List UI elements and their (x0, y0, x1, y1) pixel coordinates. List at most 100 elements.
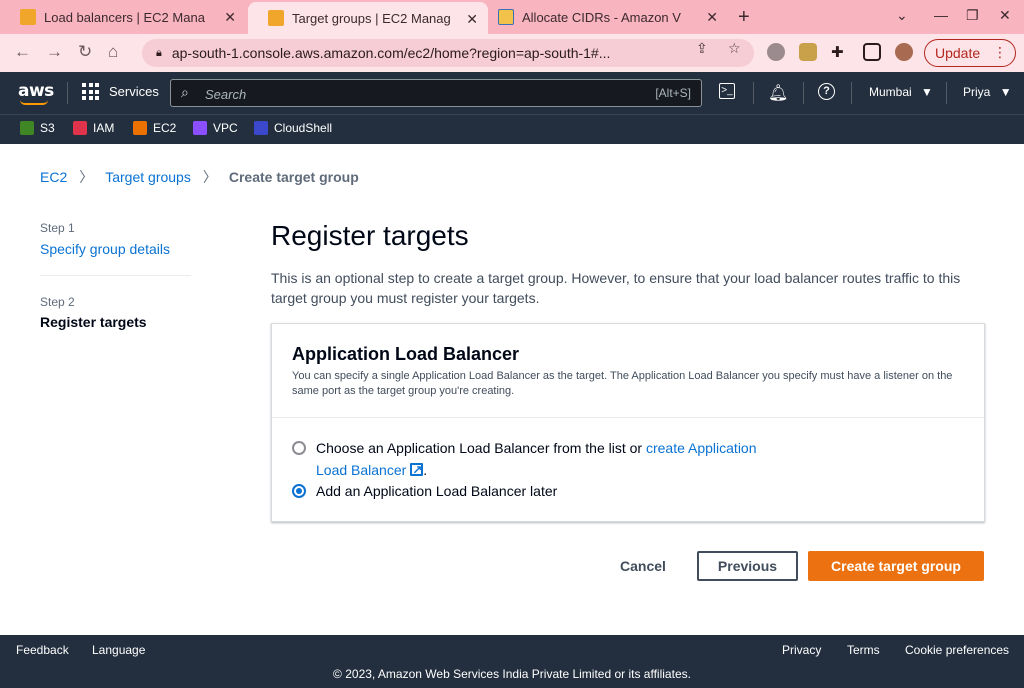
aws-smile-icon (20, 100, 48, 105)
user-label: Priya (963, 85, 991, 99)
reload-icon[interactable]: ↻ (78, 42, 92, 62)
profile-avatar[interactable] (895, 43, 913, 61)
docs-icon (498, 9, 514, 25)
favorite-s3[interactable]: S3 (20, 121, 55, 135)
radio-button-choose-alb[interactable] (292, 441, 306, 455)
update-button[interactable]: Update ⋮ (924, 39, 1016, 67)
page-title: Register targets (271, 220, 469, 251)
radio-option-add-later[interactable]: Add an Application Load Balancer later (292, 480, 557, 502)
close-tab-icon[interactable]: ✕ (706, 9, 718, 26)
tab-title: Target groups | EC2 Manag (292, 10, 451, 26)
cloudshell-service-icon (254, 121, 268, 135)
breadcrumb-ec2[interactable]: EC2 (40, 169, 67, 185)
tab-search-icon[interactable]: ⌄ (896, 7, 908, 24)
extension-icon[interactable] (767, 43, 785, 61)
restore-icon[interactable]: ❐ (966, 7, 979, 24)
radio-option-choose-alb[interactable]: Choose an Application Load Balancer from… (292, 437, 786, 481)
close-tab-icon[interactable]: ✕ (224, 9, 236, 26)
browser-toolbar: ← → ↻ ⌂ 🔒︎ ap-south-1.console.aws.amazon… (0, 34, 1024, 72)
region-selector[interactable]: Mumbai ▼ (869, 85, 933, 99)
minimize-icon[interactable]: — (934, 7, 948, 23)
chevron-right-icon: 〉 (202, 169, 217, 185)
step-1-link[interactable]: Specify group details (40, 241, 170, 257)
search-shortcut: [Alt+S] (655, 86, 691, 100)
option-add-later-text: Add an Application Load Balancer later (316, 483, 558, 499)
radio-button-add-later[interactable] (292, 484, 306, 498)
favorite-ec2[interactable]: EC2 (133, 121, 176, 135)
favorite-iam[interactable]: IAM (73, 121, 114, 135)
close-window-icon[interactable]: ✕ (999, 7, 1011, 24)
side-panel-icon[interactable] (863, 43, 881, 61)
privacy-link[interactable]: Privacy (782, 643, 821, 657)
console-footer: Feedback Language Privacy Terms Cookie p… (0, 635, 1024, 688)
panel-title: Application Load Balancer (292, 344, 520, 364)
favorite-cloudshell[interactable]: CloudShell (254, 121, 332, 135)
ec2-service-icon (133, 121, 147, 135)
extension-icon[interactable] (799, 43, 817, 61)
region-label: Mumbai (869, 85, 912, 99)
divider (803, 82, 804, 104)
cancel-button[interactable]: Cancel (608, 552, 678, 580)
radio-option-text: Choose an Application Load Balancer from… (316, 437, 786, 481)
account-menu[interactable]: Priya ▼ (963, 85, 1012, 99)
url-text: ap-south-1.console.aws.amazon.com/ec2/ho… (171, 45, 611, 61)
update-label: Update (935, 45, 981, 61)
lock-icon: 🔒︎ (156, 46, 162, 59)
aws-console-header: aws Services ⌕ [Alt+S] >_ 🔔︎ ? Mumbai ▼ … (0, 72, 1024, 114)
aws-logo[interactable]: aws (18, 81, 54, 105)
favorites-bar: S3 IAM EC2 VPC CloudShell (0, 114, 1024, 144)
alb-target-panel: Application Load Balancer You can specif… (271, 323, 985, 522)
breadcrumb: EC2 〉 Target groups 〉 Create target grou… (40, 167, 359, 187)
copyright-text: © 2023, Amazon Web Services India Privat… (333, 667, 691, 681)
search-icon: ⌕ (181, 84, 189, 100)
services-menu-button[interactable]: Services (82, 83, 159, 100)
favorite-label: EC2 (153, 121, 177, 135)
browser-tab-allocate-cidrs[interactable]: Allocate CIDRs - Amazon V ✕ (478, 0, 728, 34)
breadcrumb-target-groups[interactable]: Target groups (105, 169, 191, 185)
forward-icon[interactable]: → (46, 42, 63, 62)
close-tab-icon[interactable]: ✕ (466, 11, 478, 28)
new-tab-icon[interactable]: + (738, 6, 750, 29)
breadcrumb-current: Create target group (228, 169, 359, 185)
language-link[interactable]: Language (92, 643, 145, 657)
cloudshell-icon[interactable]: >_ (719, 83, 735, 99)
divider (67, 82, 68, 104)
aws-cube-icon (20, 9, 36, 25)
browser-tab-target-groups[interactable]: Target groups | EC2 Manag ✕ (248, 2, 488, 34)
create-target-group-button[interactable]: Create target group (808, 551, 984, 581)
step-1-label: Step 1 (40, 221, 75, 235)
previous-button[interactable]: Previous (697, 551, 798, 581)
iam-service-icon (73, 121, 87, 135)
terms-link[interactable]: Terms (847, 643, 880, 657)
cookie-preferences-link[interactable]: Cookie preferences (905, 643, 1009, 657)
tab-title: Load balancers | EC2 Mana (44, 9, 205, 25)
page-description: This is an optional step to create a tar… (271, 270, 961, 306)
notifications-bell-icon[interactable]: 🔔︎ (768, 83, 788, 103)
step-2-label: Step 2 (40, 295, 75, 309)
favorite-label: IAM (93, 121, 115, 135)
share-icon[interactable]: ⇪ (696, 40, 708, 57)
divider (753, 82, 754, 104)
search-box[interactable]: ⌕ [Alt+S] (170, 79, 702, 107)
bookmark-star-icon[interactable]: ☆ (728, 40, 741, 57)
extensions-puzzle-icon[interactable]: ✚ (831, 43, 849, 61)
home-icon[interactable]: ⌂ (108, 42, 118, 62)
tab-title: Allocate CIDRs - Amazon V (522, 9, 681, 25)
favorite-label: S3 (40, 121, 55, 135)
browser-tab-load-balancers[interactable]: Load balancers | EC2 Mana ✕ (0, 0, 246, 34)
caret-down-icon: ▼ (999, 85, 1012, 99)
aws-cube-icon (268, 10, 284, 26)
step-divider (40, 275, 191, 276)
services-label: Services (109, 84, 159, 99)
favorite-vpc[interactable]: VPC (193, 121, 238, 135)
address-bar[interactable]: 🔒︎ ap-south-1.console.aws.amazon.com/ec2… (142, 39, 754, 67)
feedback-link[interactable]: Feedback (16, 643, 69, 657)
help-icon[interactable]: ? (818, 83, 835, 100)
s3-service-icon (20, 121, 34, 135)
option-choose-text: Choose an Application Load Balancer from… (316, 440, 646, 456)
search-input[interactable] (205, 84, 625, 104)
panel-header: Application Load Balancer You can specif… (272, 324, 984, 418)
browser-tab-bar: Load balancers | EC2 Mana ✕ Target group… (0, 0, 1024, 34)
back-icon[interactable]: ← (14, 42, 31, 62)
step-2-title: Register targets (40, 314, 147, 330)
